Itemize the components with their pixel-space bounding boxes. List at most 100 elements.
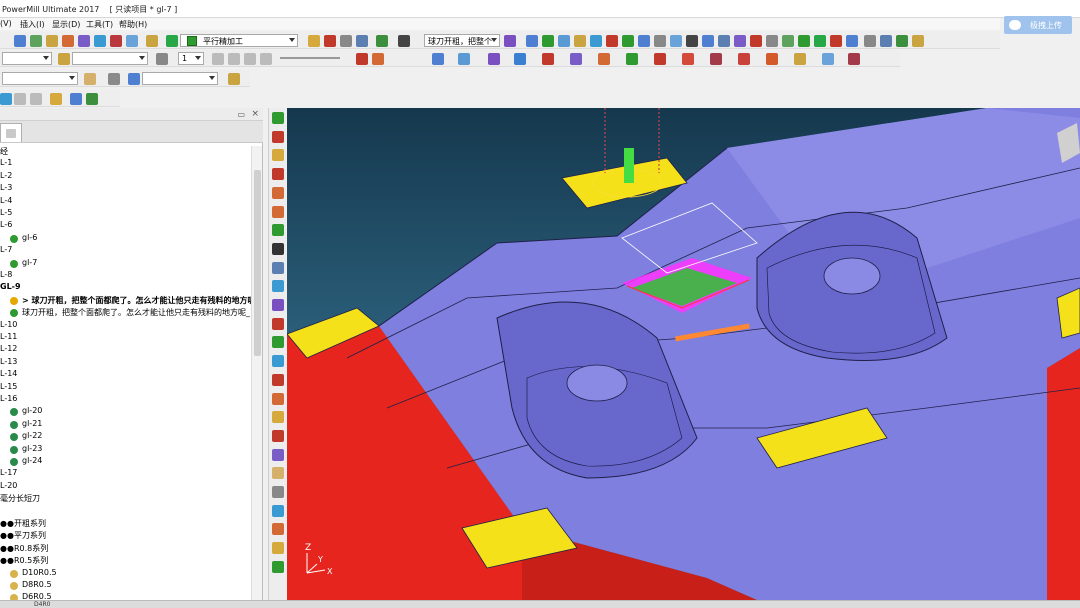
menu-tools[interactable]: 工具(T) (86, 19, 113, 30)
tab-explorer[interactable] (0, 123, 22, 142)
copy-icon[interactable] (654, 35, 666, 47)
feed-icon[interactable] (574, 35, 586, 47)
first-icon[interactable] (212, 53, 224, 65)
feature-icon[interactable] (78, 35, 90, 47)
transform-icon[interactable] (376, 35, 388, 47)
view-shaded-icon[interactable] (718, 35, 730, 47)
delete-icon[interactable] (86, 93, 98, 105)
step-select[interactable]: 1 (178, 52, 204, 65)
view-tool-icon[interactable] (272, 224, 284, 237)
view-tool-icon[interactable] (272, 542, 284, 555)
prev-icon[interactable] (228, 53, 240, 65)
view-tool-icon[interactable] (272, 317, 284, 330)
grid-icon[interactable] (356, 35, 368, 47)
view-tool-icon[interactable] (272, 486, 284, 498)
clipboard-icon[interactable] (340, 35, 352, 47)
points-icon[interactable] (750, 35, 762, 47)
view-wire-icon[interactable] (734, 35, 746, 47)
home-icon[interactable] (146, 35, 158, 47)
simulate-icon[interactable] (398, 35, 410, 47)
view-tool-icon[interactable] (272, 280, 284, 293)
model-icon[interactable] (14, 35, 26, 47)
close-path-icon[interactable] (686, 35, 698, 47)
menu-view[interactable]: (V) (0, 19, 12, 28)
bulb-icon[interactable] (156, 53, 168, 65)
view-tool-icon[interactable] (272, 504, 284, 517)
tool-name-select[interactable] (72, 52, 148, 65)
workplane-icon[interactable] (126, 35, 138, 47)
view-tool-icon[interactable] (272, 336, 284, 349)
solid-icon[interactable] (814, 35, 826, 47)
view-tool-icon[interactable] (272, 168, 284, 181)
layer-icon[interactable] (880, 35, 892, 47)
cancel-icon[interactable] (30, 93, 42, 105)
leadin-icon[interactable] (542, 35, 554, 47)
sim-c-icon[interactable] (488, 53, 500, 65)
sim-e-icon[interactable] (542, 53, 554, 65)
layer-list-icon[interactable] (108, 73, 120, 85)
view-tool-icon[interactable] (272, 130, 284, 143)
sim-p-icon[interactable] (848, 53, 860, 65)
view-tool-icon[interactable] (272, 467, 284, 480)
cube-icon[interactable] (846, 35, 858, 47)
stats-icon[interactable] (504, 35, 516, 47)
save-icon[interactable] (70, 93, 82, 105)
tree-icon[interactable] (896, 35, 908, 47)
menu-display[interactable]: 显示(D) (52, 19, 80, 30)
calculate-icon[interactable] (308, 35, 320, 47)
check-icon[interactable] (590, 35, 602, 47)
view-tool-icon[interactable] (272, 355, 284, 368)
strategy-icon[interactable] (166, 35, 178, 47)
view-tool-icon[interactable] (272, 523, 284, 536)
timer-icon[interactable] (670, 35, 682, 47)
view-tool-icon[interactable] (272, 242, 284, 255)
play-icon[interactable] (244, 53, 256, 65)
layer-select[interactable] (2, 72, 78, 85)
verify-icon[interactable] (324, 35, 336, 47)
next-icon[interactable] (260, 53, 272, 65)
toolholder-icon[interactable] (58, 53, 70, 65)
upload-button[interactable]: 极拽上传 (1004, 16, 1072, 34)
workplane-edit-icon[interactable] (228, 73, 240, 85)
gouge-icon[interactable] (606, 35, 618, 47)
table-icon[interactable] (638, 35, 650, 47)
view-tool-icon[interactable] (272, 186, 284, 199)
pattern-icon[interactable] (30, 35, 42, 47)
leaf-icon[interactable] (912, 35, 924, 47)
tool-type-select[interactable] (2, 52, 52, 65)
workplane-select[interactable] (142, 72, 218, 85)
close-icon[interactable]: × (251, 109, 259, 119)
rapid-icon[interactable] (558, 35, 570, 47)
sim-stock-icon[interactable] (356, 53, 368, 65)
sim-g-icon[interactable] (598, 53, 610, 65)
explorer-scrollbar[interactable] (251, 146, 262, 600)
apply-icon[interactable] (14, 93, 26, 105)
view-tool-icon[interactable] (272, 429, 284, 442)
view-tool-icon[interactable] (272, 149, 284, 162)
boundary-icon[interactable] (46, 35, 58, 47)
view-tool-icon[interactable] (272, 411, 284, 424)
view-tool-icon[interactable] (272, 205, 284, 218)
sim-h-icon[interactable] (626, 53, 638, 65)
view-tool-icon[interactable] (272, 112, 284, 124)
toolpath-select[interactable]: 球刀开粗，把整个 (424, 34, 500, 47)
sim-f-icon[interactable] (570, 53, 582, 65)
sim-j-icon[interactable] (682, 53, 694, 65)
view-tool-icon[interactable] (272, 392, 284, 405)
sim-tool-icon[interactable] (372, 53, 384, 65)
undo-icon[interactable] (50, 93, 62, 105)
sim-d-icon[interactable] (514, 53, 526, 65)
view-tool-icon[interactable] (272, 373, 284, 386)
scroll-thumb[interactable] (254, 170, 261, 356)
view-tool-icon[interactable] (272, 448, 284, 461)
pen-icon[interactable] (864, 35, 876, 47)
layer-image-icon[interactable] (84, 73, 96, 85)
view-tool-icon[interactable] (272, 299, 284, 311)
sim-o-icon[interactable] (822, 53, 834, 65)
menu-help[interactable]: 帮助(H) (119, 19, 147, 30)
sim-k-icon[interactable] (710, 53, 722, 65)
link-icon[interactable] (526, 35, 538, 47)
sim-n-icon[interactable] (794, 53, 806, 65)
speed-slider[interactable] (280, 57, 340, 59)
graphics-viewport[interactable]: Z Y X (287, 108, 1080, 600)
